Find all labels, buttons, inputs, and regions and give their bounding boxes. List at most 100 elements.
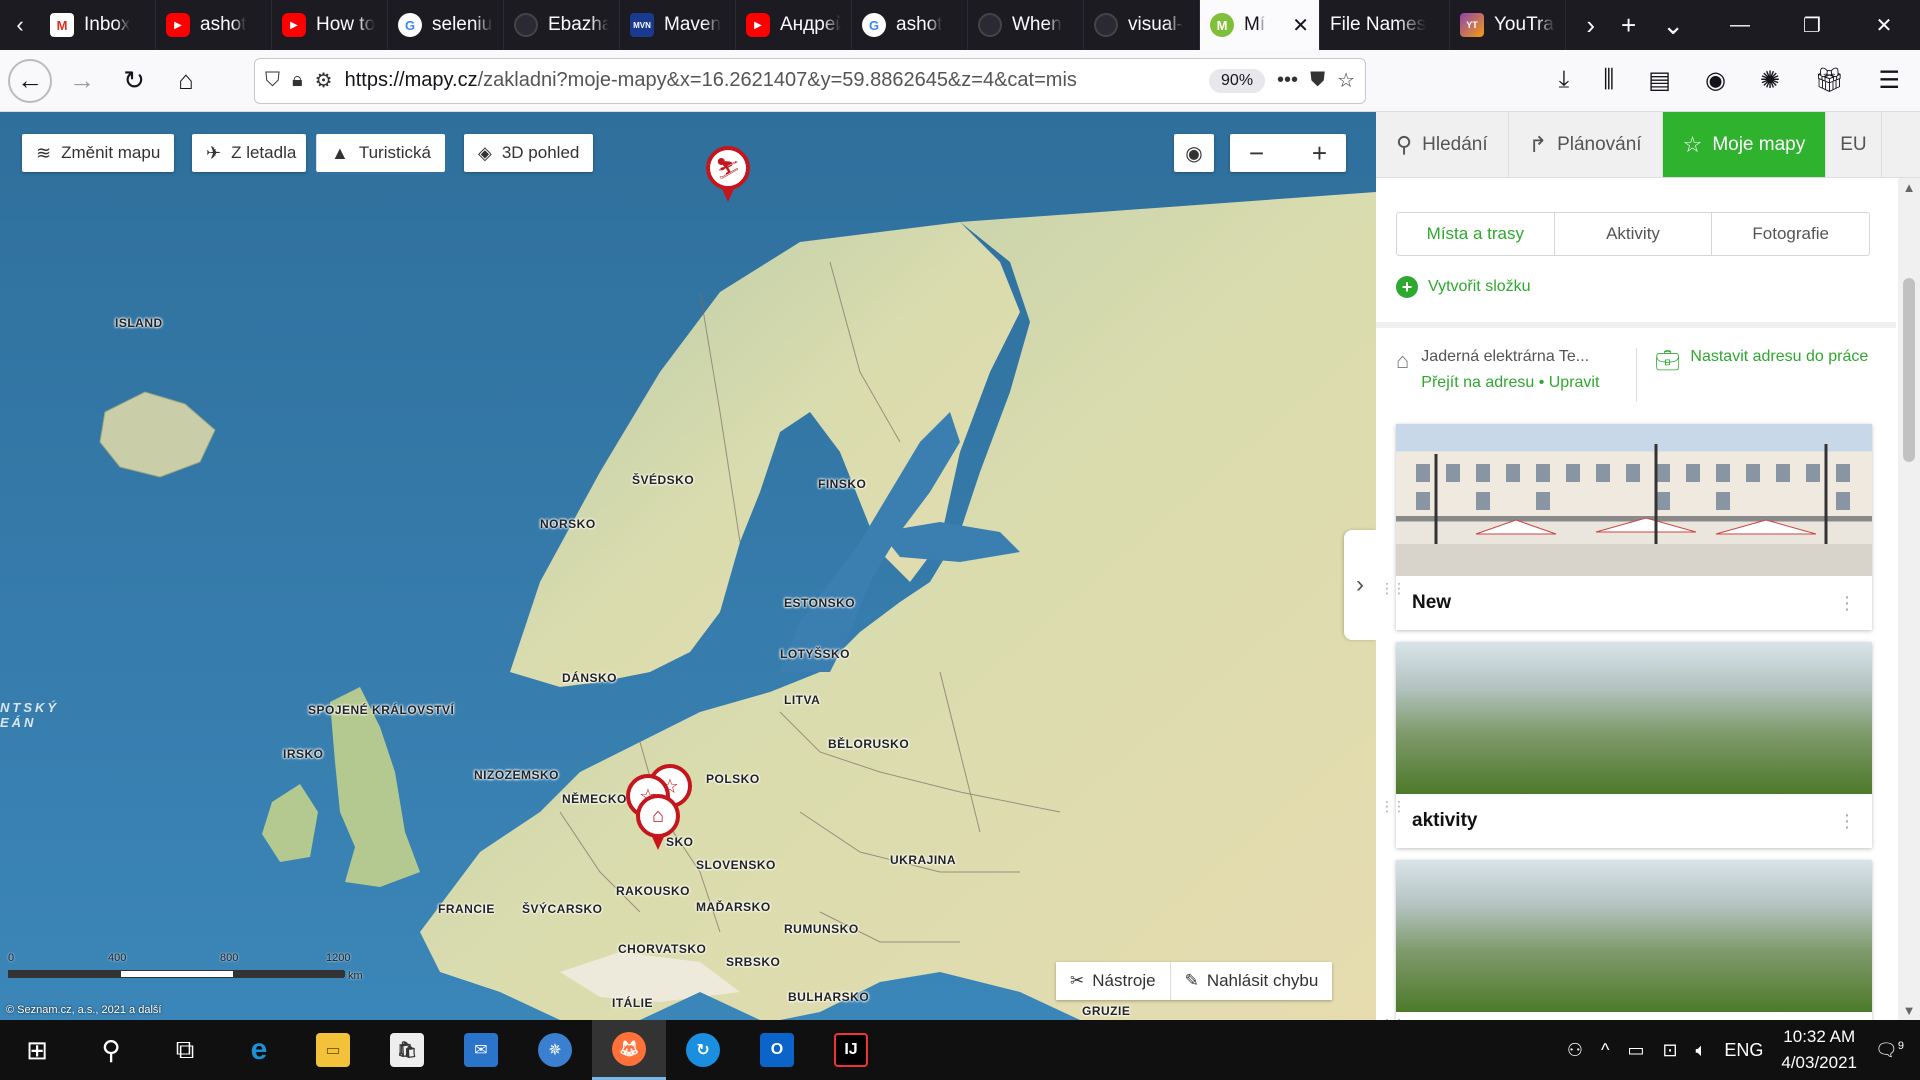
tab[interactable]: Gselenium <box>388 0 504 50</box>
more-actions-icon[interactable]: ••• <box>1277 69 1298 92</box>
extension-icon[interactable]: ✺ <box>1760 66 1780 95</box>
tab[interactable]: MVN Maven <box>620 0 736 50</box>
folder-card[interactable]: aktivity ⋮ <box>1396 642 1872 848</box>
url-bar[interactable]: ⛉ 🔒︎ ⚙︎ https://mapy.cz/zakladni?moje-ma… <box>254 57 1366 104</box>
tab-search[interactable]: ⚲ Hledání <box>1376 112 1509 177</box>
subtab-activities[interactable]: Aktivity <box>1553 213 1712 255</box>
language-button[interactable]: EU <box>1826 112 1882 177</box>
menu-icon[interactable]: ☰ <box>1878 66 1900 95</box>
tab-scroll-left-icon[interactable]: ‹ <box>0 0 40 50</box>
whats-new-gift-icon[interactable]: 🎁︎ <box>1814 66 1844 95</box>
folder-card[interactable]: New ⋮ <box>1396 424 1872 630</box>
new-tab-icon[interactable]: + <box>1621 10 1636 41</box>
bookmark-star-icon[interactable]: ☆ <box>1337 68 1355 93</box>
map-copyright[interactable]: © Seznam.cz, a.s., 2021 a další <box>6 1004 161 1016</box>
mail-icon[interactable]: ✉ <box>444 1020 518 1080</box>
restore-icon[interactable]: ❐ <box>1776 0 1848 50</box>
scroll-down-icon[interactable]: ▼ <box>1898 1003 1920 1018</box>
drag-handle-icon[interactable]: ⋮⋮ <box>1380 798 1406 815</box>
notifications-icon[interactable]: 🗨︎9 <box>1875 1040 1904 1061</box>
pocket-icon[interactable]: ⛊ <box>1310 69 1325 92</box>
tab[interactable]: ▶ How to <box>272 0 388 50</box>
edit-address-link[interactable]: Upravit <box>1549 374 1600 391</box>
tab-list-chevron-icon[interactable]: ⌄ <box>1662 10 1684 41</box>
download-icon[interactable]: ⤓ <box>1559 66 1570 95</box>
task-view-icon[interactable]: ⧉ <box>148 1020 222 1080</box>
panel-scrollbar[interactable]: ▲ ▼ <box>1898 178 1920 1020</box>
tab[interactable]: YT YouTrack <box>1450 0 1566 50</box>
building-photo <box>1396 444 1872 576</box>
edge-browser-icon[interactable]: e <box>222 1020 296 1080</box>
map-view[interactable]: ≋ Změnit mapu ✈ Z letadla ▲ Turistická ◈ 3D … <box>0 112 1376 1020</box>
tab-active[interactable]: M Mí ✕ <box>1200 0 1320 50</box>
drag-handle-icon[interactable]: ⋮⋮ <box>1380 580 1406 597</box>
folder-menu-icon[interactable]: ⋮ <box>1838 593 1856 614</box>
file-explorer-icon[interactable]: ▭ <box>296 1020 370 1080</box>
account-icon[interactable]: ◉ <box>1705 66 1726 95</box>
tray-chevron-icon[interactable]: ^ <box>1601 1040 1609 1061</box>
view-3d-button[interactable]: ◈ 3D pohled <box>464 134 594 172</box>
tab[interactable]: M Inbox <box>40 0 156 50</box>
change-map-button[interactable]: ≋ Změnit mapu <box>22 134 175 172</box>
clock[interactable]: 10:32 AM 4/03/2021 <box>1781 1024 1857 1076</box>
tab[interactable]: File Names <box>1320 0 1450 50</box>
start-windows-icon[interactable]: ⊞ <box>0 1020 74 1080</box>
zoom-in-button[interactable]: + <box>1312 138 1327 169</box>
input-language[interactable]: ENG <box>1724 1040 1763 1061</box>
compass-app-icon[interactable]: ✵ <box>518 1020 592 1080</box>
set-work-address-button[interactable]: 💼︎ Nastavit adresu do práce <box>1636 348 1868 402</box>
tools-button[interactable]: ✂ Nástroje <box>1056 962 1170 1000</box>
zoom-level[interactable]: 90% <box>1209 68 1266 93</box>
create-folder-button[interactable]: + Vytvořit složku <box>1396 276 1896 298</box>
tab-my-maps[interactable]: ☆ Moje mapy <box>1662 112 1827 177</box>
panel-collapse-toggle[interactable]: › <box>1344 530 1376 640</box>
close-tab-icon[interactable]: ✕ <box>1292 13 1309 38</box>
url-text[interactable]: https://mapy.cz/zakladni?moje-mapy&x=16.… <box>345 69 1197 92</box>
store-icon[interactable]: 🛍︎ <box>370 1020 444 1080</box>
people-icon[interactable]: ⚇ <box>1567 1040 1583 1061</box>
refresh-app-icon[interactable]: ↻ <box>666 1020 740 1080</box>
tab-scroll-right-icon[interactable]: › <box>1586 10 1595 41</box>
intellij-icon[interactable]: IJ <box>814 1020 888 1080</box>
outlook-icon[interactable]: O <box>740 1020 814 1080</box>
zoom-out-button[interactable]: − <box>1249 138 1264 169</box>
folder-menu-icon[interactable]: ⋮ <box>1838 811 1856 832</box>
close-window-icon[interactable]: ✕ <box>1848 0 1920 50</box>
tourist-map-button[interactable]: ▲ Turistická <box>316 134 445 172</box>
subtab-places-routes[interactable]: Místa a trasy <box>1397 213 1554 255</box>
forward-button[interactable]: → <box>60 59 104 103</box>
youtrack-icon: YT <box>1460 13 1484 37</box>
search-icon[interactable]: ⚲ <box>74 1020 148 1080</box>
tab[interactable]: ▶ Андрей <box>736 0 852 50</box>
subtab-photos[interactable]: Fotografie <box>1711 213 1869 255</box>
tab[interactable]: Gashot <box>852 0 968 50</box>
shield-icon[interactable]: ⛉ <box>265 69 280 92</box>
back-button[interactable]: ← <box>8 58 52 103</box>
aerial-map-button[interactable]: ✈ Z letadla <box>192 134 307 172</box>
tab[interactable]: visual- <box>1084 0 1200 50</box>
tab[interactable]: When <box>968 0 1084 50</box>
scroll-up-icon[interactable]: ▲ <box>1898 180 1920 195</box>
home-button[interactable]: ⌂ <box>164 59 208 103</box>
network-icon[interactable]: ⊡ <box>1662 1040 1677 1061</box>
minimize-icon[interactable]: — <box>1704 0 1776 50</box>
scrollbar-thumb[interactable] <box>1903 278 1915 462</box>
volume-icon[interactable]: 🔈︎ <box>1696 1040 1707 1061</box>
folder-title: New <box>1412 592 1452 613</box>
locate-me-button[interactable]: ◉ <box>1174 134 1214 172</box>
report-error-button[interactable]: ✎ Nahlásit chybu <box>1169 962 1333 1000</box>
map-pin-activity[interactable]: ⛷ <box>706 146 750 204</box>
sidebar-icon[interactable]: ▤ <box>1648 66 1671 95</box>
battery-icon[interactable]: ▭ <box>1627 1040 1644 1061</box>
lock-icon[interactable]: 🔒︎ <box>292 69 303 92</box>
reload-button[interactable]: ↻ <box>112 59 156 103</box>
map-pin-home[interactable]: ⌂ <box>636 794 680 852</box>
tab[interactable]: Ebazhanov <box>504 0 620 50</box>
tab-planning[interactable]: ↱ Plánování <box>1509 112 1663 177</box>
library-icon[interactable]: ⫼ <box>1603 66 1614 95</box>
goto-address-link[interactable]: Přejít na adresu <box>1421 374 1534 391</box>
firefox-icon[interactable]: 🦊︎ <box>592 1020 666 1080</box>
permissions-icon[interactable]: ⚙︎ <box>315 68 333 93</box>
folder-card[interactable] <box>1396 860 1872 1020</box>
tab[interactable]: ▶ ashot <box>156 0 272 50</box>
